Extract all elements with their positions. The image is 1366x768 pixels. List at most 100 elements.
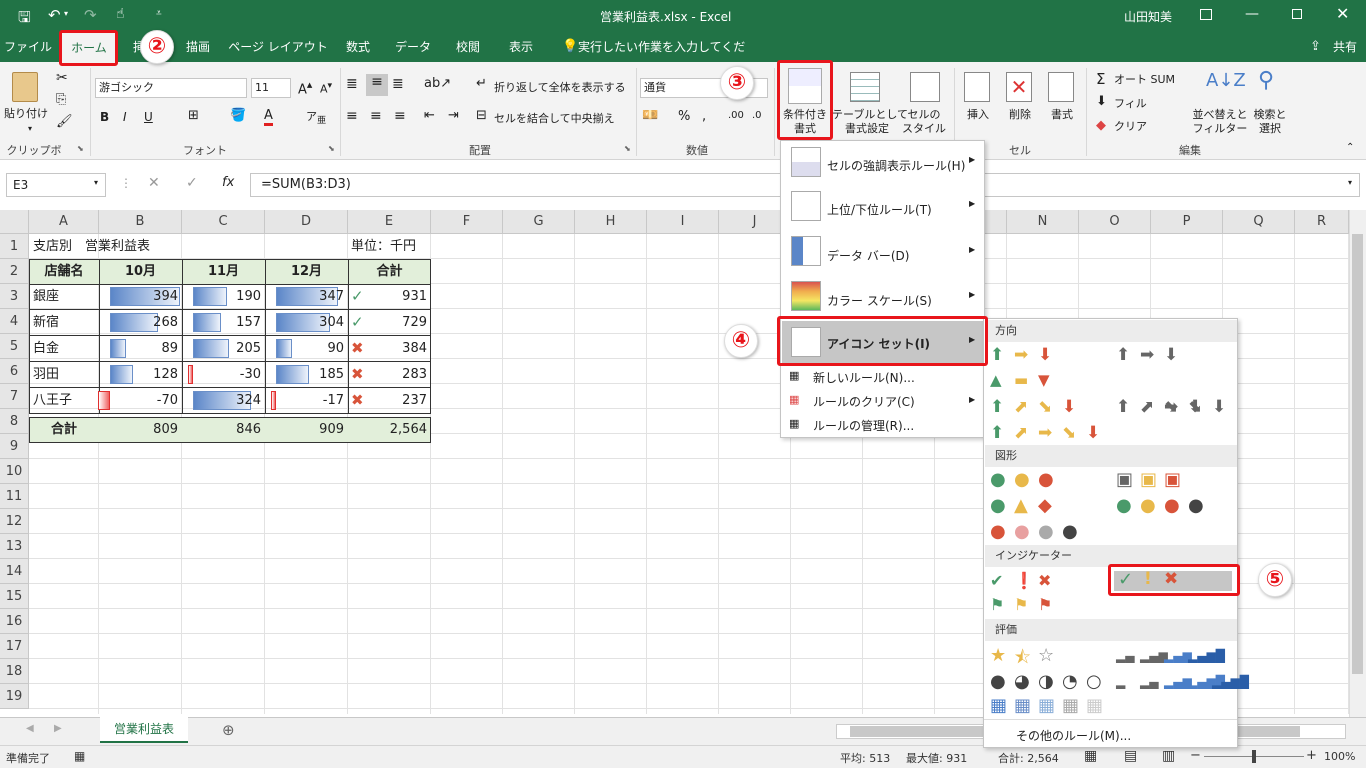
column-header[interactable]: H (575, 210, 647, 234)
icon-set-option[interactable] (988, 369, 1060, 391)
header-store[interactable]: 店舗名 (29, 259, 99, 284)
row-header[interactable]: 4 (0, 309, 29, 334)
clear-button[interactable]: クリア (1114, 120, 1154, 134)
cell-oct[interactable]: 394 (99, 284, 182, 309)
cell-total[interactable]: 931 (366, 284, 431, 309)
row-header[interactable]: 13 (0, 534, 29, 559)
cell-store[interactable]: 新宿 (29, 310, 99, 335)
column-header[interactable]: B (99, 210, 182, 234)
cell-nov[interactable]: 157 (182, 310, 265, 335)
find-select-button[interactable]: 検索と 選択 (1250, 108, 1290, 136)
insert-cells-icon[interactable] (964, 72, 990, 102)
percent-icon[interactable]: % (678, 109, 690, 124)
cell-store[interactable]: 羽田 (29, 362, 99, 387)
wrap-text-button[interactable]: 折り返して全体を表示する (494, 81, 634, 95)
cell-store[interactable]: 銀座 (29, 284, 99, 309)
close-icon[interactable]: ✕ (1336, 4, 1349, 23)
cell-total[interactable]: 237 (366, 388, 431, 413)
paste-icon[interactable] (12, 72, 38, 102)
icon-set-option[interactable] (988, 593, 1060, 615)
user-name[interactable]: 山田知美 (1124, 8, 1172, 25)
total-sum[interactable]: 2,564 (348, 417, 431, 442)
menu-data-bars[interactable]: データ バー(D) (827, 247, 909, 264)
tab-data[interactable]: データ (388, 32, 438, 62)
column-header[interactable]: R (1295, 210, 1349, 234)
column-header[interactable]: G (503, 210, 575, 234)
cut-icon[interactable]: ✂ (56, 70, 68, 86)
prev-sheet-icon[interactable]: ◀ (26, 723, 34, 734)
row-header[interactable]: 6 (0, 359, 29, 384)
macro-record-icon[interactable]: ▦ (74, 749, 85, 763)
column-header[interactable]: C (182, 210, 265, 234)
customize-qat-icon[interactable]: ⩡ (156, 8, 162, 19)
font-size-combo[interactable]: 11 (251, 78, 291, 98)
borders-icon[interactable]: ⊞ (188, 108, 199, 123)
column-header[interactable]: Q (1223, 210, 1295, 234)
cell-nov[interactable]: 190 (182, 284, 265, 309)
zoom-in-icon[interactable]: + (1306, 748, 1317, 763)
next-sheet-icon[interactable]: ▶ (54, 723, 62, 734)
row-header[interactable]: 8 (0, 409, 29, 434)
cell-dec[interactable]: 90 (265, 336, 348, 361)
tab-formulas[interactable]: 数式 (334, 32, 382, 62)
cell-oct[interactable]: -70 (99, 388, 182, 413)
grow-font-icon[interactable]: A▴ (298, 78, 312, 97)
total-dec[interactable]: 909 (265, 417, 348, 442)
cell-store[interactable]: 白金 (29, 336, 99, 361)
fill-color-icon[interactable]: 🪣 (230, 108, 246, 123)
undo-dropdown-icon[interactable]: ▾ (64, 9, 68, 18)
cell-dec[interactable]: 304 (265, 310, 348, 335)
zoom-level[interactable]: 100% (1324, 750, 1355, 763)
increase-indent-icon[interactable]: ⇥ (448, 108, 459, 123)
phonetic-icon[interactable]: ア亜 (306, 108, 326, 126)
decrease-indent-icon[interactable]: ⇤ (424, 108, 435, 123)
cell-store[interactable]: 八王子 (29, 388, 99, 413)
sort-filter-icon[interactable]: A↓Z (1206, 70, 1246, 91)
row-header[interactable]: 14 (0, 559, 29, 584)
minimize-icon[interactable]: — (1245, 6, 1259, 22)
sheet-tab-active[interactable]: 営業利益表 (100, 717, 188, 743)
tell-me-box[interactable]: 実行したい作業を入力してください (578, 32, 748, 84)
row-header[interactable]: 10 (0, 459, 29, 484)
tab-file[interactable]: ファイル (2, 32, 54, 62)
font-name-combo[interactable]: 游ゴシック (95, 78, 247, 98)
icon-set-option[interactable] (988, 493, 1060, 515)
column-header[interactable]: F (431, 210, 503, 234)
icon-set-option[interactable] (988, 643, 1060, 665)
expand-formula-bar-icon[interactable]: ▾ (1348, 178, 1352, 187)
total-label[interactable]: 合計 (29, 417, 99, 442)
format-cells-icon[interactable] (1048, 72, 1074, 102)
find-select-icon[interactable]: ⚲ (1258, 68, 1274, 93)
cell-e1[interactable]: 単位：千円 (347, 234, 447, 259)
page-layout-view-icon[interactable]: ▤ (1124, 748, 1137, 764)
cell-styles-icon[interactable] (910, 72, 940, 102)
align-center-icon[interactable]: ≡ (370, 108, 382, 124)
header-total[interactable]: 合計 (348, 259, 431, 284)
header-dec[interactable]: 12月 (265, 259, 348, 284)
menu-top-bottom-rules[interactable]: 上位/下位ルール(T) (827, 201, 932, 218)
clear-icon[interactable]: ◆ (1096, 118, 1106, 133)
fill-button[interactable]: フィル (1114, 97, 1154, 111)
alignment-launcher-icon[interactable]: ⬊ (624, 144, 631, 153)
tab-page-layout[interactable]: ページ レイアウト (228, 32, 328, 62)
row-header[interactable]: 19 (0, 684, 29, 709)
total-nov[interactable]: 846 (182, 417, 265, 442)
cell-total[interactable]: 729 (366, 310, 431, 335)
format-as-table-icon[interactable] (850, 72, 880, 102)
icon-set-option[interactable] (988, 669, 1108, 691)
row-header[interactable]: 1 (0, 234, 29, 259)
delete-cells-icon[interactable]: ✕ (1006, 72, 1032, 102)
copy-icon[interactable]: ⎘ (56, 92, 66, 107)
decrease-decimal-icon[interactable]: .0 (752, 110, 762, 121)
cell-total[interactable]: 283 (366, 362, 431, 387)
name-box-dropdown-icon[interactable]: ▾ (94, 178, 98, 187)
row-header[interactable]: 7 (0, 384, 29, 409)
sort-filter-button[interactable]: 並べ替えと フィルター (1192, 108, 1248, 136)
total-oct[interactable]: 809 (99, 417, 182, 442)
merge-center-icon[interactable]: ⊟ (476, 108, 487, 123)
icon-set-option[interactable] (1114, 673, 1234, 695)
select-all-corner[interactable] (0, 210, 29, 234)
new-sheet-icon[interactable]: ⊕ (222, 721, 235, 739)
italic-icon[interactable]: I (123, 110, 127, 124)
format-cells-button[interactable]: 書式 (1044, 108, 1080, 122)
